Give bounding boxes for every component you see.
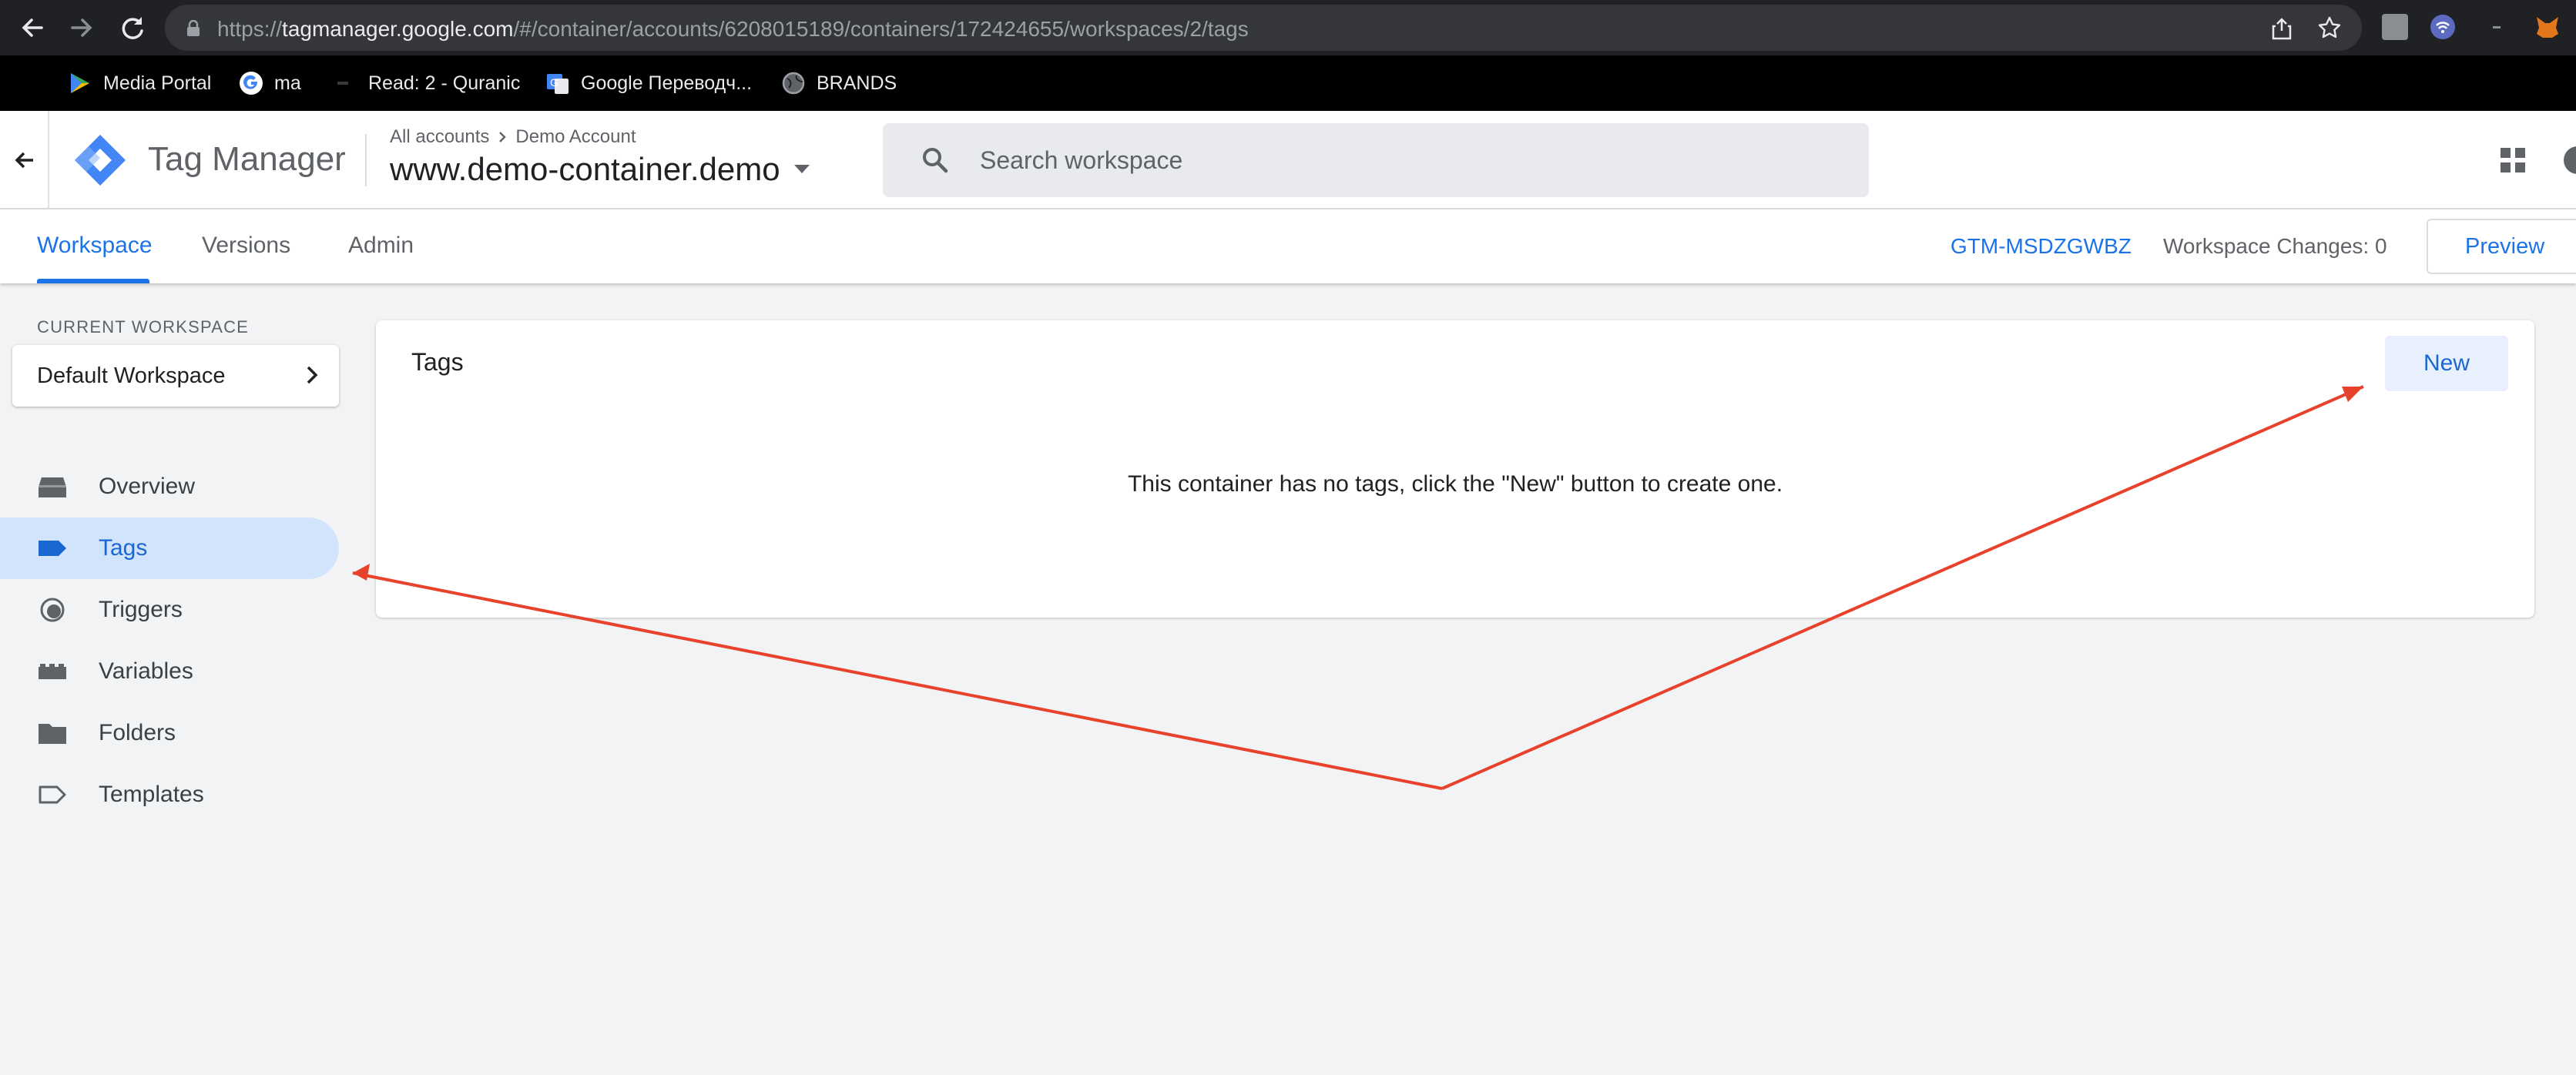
sidebar-item-label: Folders bbox=[99, 720, 176, 745]
bookmark-ma[interactable]: ma bbox=[239, 69, 301, 97]
translate-icon: G bbox=[547, 74, 569, 94]
overview-icon bbox=[39, 477, 66, 497]
header-divider bbox=[48, 111, 49, 209]
app-header: Tag Manager All accounts Demo Account ww… bbox=[0, 111, 2576, 209]
browser-back-icon[interactable] bbox=[15, 11, 49, 45]
header-divider bbox=[365, 134, 367, 186]
card-title: Tags bbox=[411, 348, 464, 376]
sidebar-item-label: Triggers bbox=[99, 597, 183, 622]
container-selector[interactable]: www.demo-container.demo bbox=[390, 151, 810, 188]
sidebar-item-tags[interactable]: Tags bbox=[0, 517, 339, 579]
product-name: Tag Manager bbox=[148, 140, 346, 178]
sidebar-item-label: Templates bbox=[99, 782, 204, 807]
bookmark-google-translate[interactable]: G Google Переводч... bbox=[545, 69, 752, 97]
bookmark-star-icon[interactable] bbox=[2317, 15, 2342, 40]
browser-reload-icon[interactable] bbox=[116, 11, 149, 45]
url-text: https://tagmanager.google.com/#/containe… bbox=[217, 17, 1249, 41]
bookmarks-bar: Media Portal ma Read: 2 - Quranic G Goog… bbox=[0, 55, 2576, 146]
browser-forward-icon[interactable] bbox=[65, 11, 99, 45]
dropdown-arrow-icon bbox=[793, 165, 810, 173]
bookmark-brands[interactable]: BRANDS bbox=[781, 69, 897, 97]
new-tag-button[interactable]: New bbox=[2385, 336, 2508, 391]
chevron-right-icon bbox=[307, 366, 318, 384]
workspace-tabs: Workspace Versions Admin GTM-MSDZGWBZ Wo… bbox=[0, 209, 2576, 283]
active-tab-indicator bbox=[37, 279, 149, 283]
breadcrumb-all-accounts[interactable]: All accounts bbox=[390, 126, 489, 148]
search-bar[interactable] bbox=[883, 123, 1869, 197]
tab-versions[interactable]: Versions bbox=[202, 233, 290, 259]
annotation-arrowhead-tags bbox=[353, 564, 370, 581]
extension-puzzle-icon[interactable] bbox=[2382, 14, 2408, 40]
book-icon bbox=[337, 82, 348, 85]
share-icon[interactable] bbox=[2271, 17, 2293, 40]
empty-state-message: This container has no tags, click the "N… bbox=[1127, 471, 1783, 497]
chevron-right-icon bbox=[499, 132, 507, 142]
container-id-link[interactable]: GTM-MSDZGWBZ bbox=[1950, 234, 2132, 259]
sidebar-item-label: Overview bbox=[99, 474, 196, 499]
container-name: www.demo-container.demo bbox=[390, 151, 780, 187]
trigger-icon bbox=[40, 598, 65, 622]
folder-icon bbox=[39, 724, 66, 744]
sidebar-item-triggers[interactable]: Triggers bbox=[0, 579, 339, 641]
sidebar-item-overview[interactable]: Overview bbox=[0, 456, 339, 517]
svg-text:G: G bbox=[550, 76, 558, 89]
tab-admin[interactable]: Admin bbox=[348, 233, 414, 259]
apps-grid-icon[interactable] bbox=[2499, 146, 2527, 174]
workspace-selector[interactable]: Default Workspace bbox=[12, 345, 339, 407]
google-g-icon bbox=[240, 72, 263, 95]
breadcrumb: All accounts Demo Account bbox=[390, 126, 636, 148]
extension-vpn-icon[interactable] bbox=[2430, 14, 2456, 40]
extension-fox-icon[interactable] bbox=[2534, 14, 2561, 40]
breadcrumb-account[interactable]: Demo Account bbox=[515, 126, 636, 148]
play-triangle-icon bbox=[71, 73, 89, 93]
bookmark-read-quranic[interactable]: Read: 2 - Quranic bbox=[333, 69, 520, 97]
search-input[interactable] bbox=[980, 139, 1843, 182]
tab-workspace[interactable]: Workspace bbox=[37, 233, 153, 259]
sidebar-item-variables[interactable]: Variables bbox=[0, 641, 339, 702]
globe-icon bbox=[782, 72, 805, 95]
browser-toolbar: https://tagmanager.google.com/#/containe… bbox=[0, 0, 2576, 55]
sidebar-item-folders[interactable]: Folders bbox=[0, 702, 339, 764]
lock-icon bbox=[187, 20, 200, 36]
sidebar-item-label: Variables bbox=[99, 658, 193, 684]
preview-button[interactable]: Preview bbox=[2427, 219, 2576, 274]
sidebar-item-templates[interactable]: Templates bbox=[0, 764, 339, 826]
tag-manager-logo-icon[interactable] bbox=[72, 132, 128, 188]
back-arrow-icon[interactable] bbox=[11, 146, 39, 174]
search-icon bbox=[923, 148, 948, 173]
variables-icon bbox=[39, 664, 66, 679]
tag-icon bbox=[39, 541, 66, 556]
template-icon bbox=[39, 785, 66, 804]
bookmark-media-portal[interactable]: Media Portal bbox=[68, 69, 211, 97]
tags-card: Tags New This container has no tags, cli… bbox=[376, 320, 2534, 618]
account-avatar[interactable] bbox=[2564, 146, 2576, 174]
workspace-name: Default Workspace bbox=[37, 363, 226, 388]
address-bar[interactable]: https://tagmanager.google.com/#/containe… bbox=[165, 5, 2362, 51]
workspace-changes-count: Workspace Changes: 0 bbox=[2163, 234, 2387, 258]
extension-minimized-icon[interactable] bbox=[2493, 26, 2501, 28]
sidebar-item-label: Tags bbox=[99, 535, 148, 561]
current-workspace-label: CURRENT WORKSPACE bbox=[37, 317, 250, 337]
